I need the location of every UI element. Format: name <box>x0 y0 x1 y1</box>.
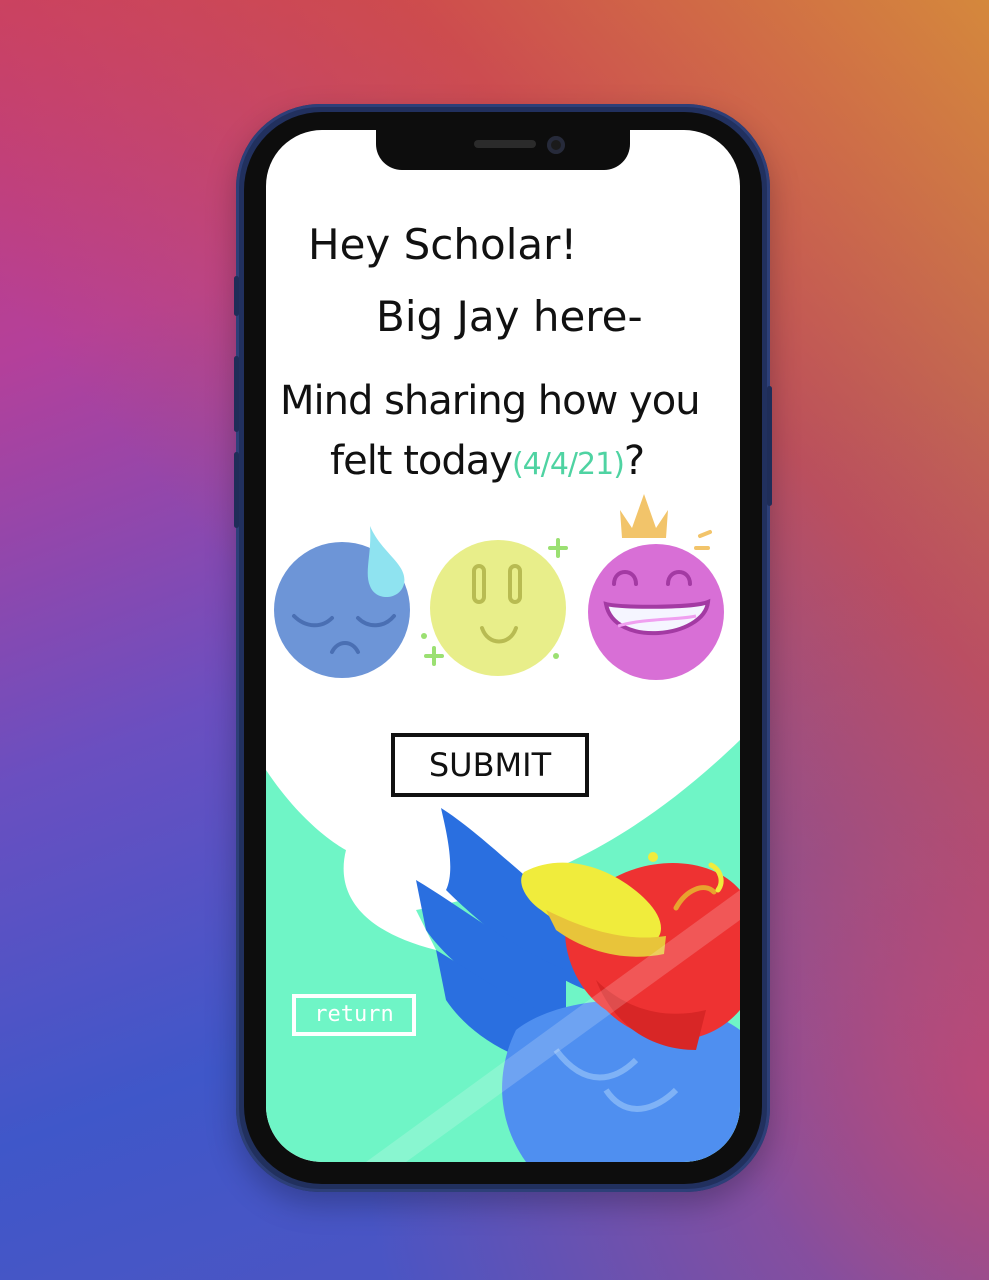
question-line1: Mind sharing how you <box>280 378 701 424</box>
mood-sad-button[interactable] <box>272 524 414 680</box>
return-button[interactable]: return <box>292 994 416 1036</box>
question-mark: ? <box>623 438 645 484</box>
speaker-grille <box>474 140 536 148</box>
greeting-line1: Hey Scholar! <box>308 220 578 269</box>
greeting-line2: Big Jay here- <box>376 292 643 341</box>
mute-switch <box>234 276 239 316</box>
mood-happy-button[interactable] <box>584 488 730 684</box>
sparkle-icon <box>424 646 444 666</box>
front-camera <box>547 136 565 154</box>
volume-up-button <box>234 356 239 432</box>
submit-button[interactable]: SUBMIT <box>391 733 589 797</box>
sweat-drop-icon <box>367 526 405 598</box>
power-button <box>767 386 772 506</box>
question-prefix: felt today <box>330 438 513 484</box>
question-date: (4/4/21) <box>511 447 625 482</box>
crown-icon <box>620 494 668 538</box>
notch <box>376 128 630 170</box>
mood-okay-button[interactable] <box>418 536 578 676</box>
sparkle-icon <box>548 538 568 558</box>
volume-down-button <box>234 452 239 528</box>
question-line2: felt today(4/4/21)? <box>330 438 645 484</box>
